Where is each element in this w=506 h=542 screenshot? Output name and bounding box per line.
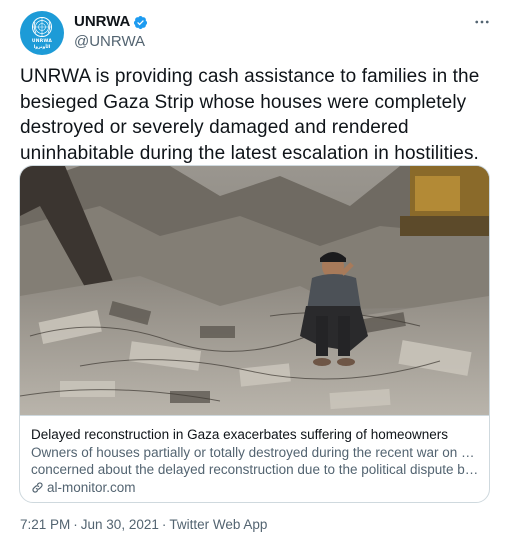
meta-separator: · [73, 517, 78, 532]
card-description: Owners of houses partially or totally de… [31, 444, 483, 478]
author-display-name[interactable]: UNRWA [74, 13, 148, 31]
card-description-line: concerned about the delayed reconstructi… [31, 462, 483, 477]
avatar-logo-subtext: الأونروا [33, 45, 51, 50]
card-image [20, 166, 489, 415]
tweet-text: UNRWA is providing cash assistance to fa… [20, 66, 480, 164]
verified-badge-icon [134, 15, 148, 29]
tweet-time[interactable]: 7:21 PM [20, 516, 70, 533]
meta-separator: · [161, 517, 167, 532]
avatar-logo-text: UNRWA [31, 39, 53, 44]
un-emblem-icon [32, 17, 52, 37]
card-domain[interactable]: al-monitor.com [31, 479, 136, 496]
tweet-date[interactable]: Jun 30, 2021 [81, 516, 159, 533]
tweet-container: UNRWA الأونروا UNRWA @UNRWA UNRWA is pro… [0, 0, 506, 542]
card-description-line: Owners of houses partially or totally de… [31, 445, 483, 460]
more-horizontal-icon [475, 20, 489, 24]
link-preview-card[interactable]: Delayed reconstruction in Gaza exacerbat… [19, 165, 490, 503]
author-handle[interactable]: @UNRWA [74, 33, 145, 51]
author-name-text: UNRWA [74, 13, 131, 30]
card-domain-text: al-monitor.com [47, 480, 136, 495]
avatar[interactable]: UNRWA الأونروا [20, 11, 64, 55]
card-title[interactable]: Delayed reconstruction in Gaza exacerbat… [31, 426, 483, 443]
card-divider [20, 415, 489, 416]
more-options-button[interactable] [472, 12, 492, 32]
tweet-metadata: 7:21 PM · Jun 30, 2021 · Twitter Web App [20, 516, 267, 533]
link-icon [32, 482, 43, 493]
tweet-source[interactable]: Twitter Web App [169, 516, 267, 533]
